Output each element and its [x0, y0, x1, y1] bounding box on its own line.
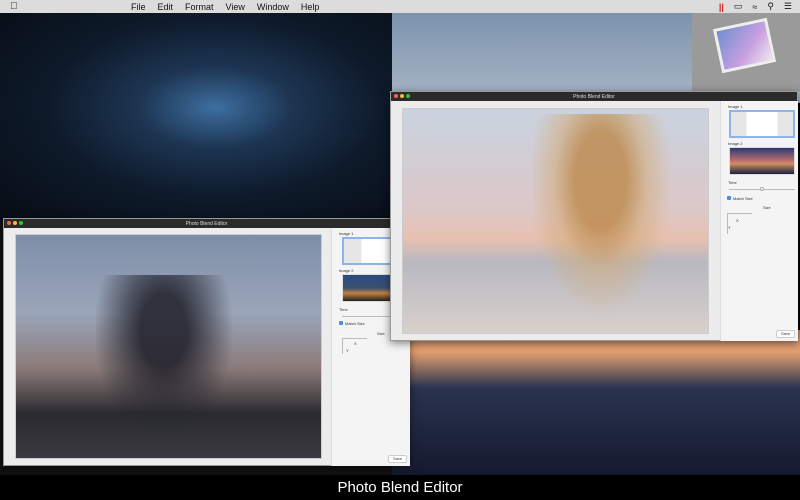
- menu-edit[interactable]: Edit: [158, 2, 174, 12]
- photo-icon: [712, 17, 777, 74]
- title-bar[interactable]: Photo Blend Editor: [4, 219, 409, 228]
- search-icon[interactable]: ⚲: [767, 1, 774, 12]
- zoom-button[interactable]: [19, 221, 23, 225]
- minimize-button[interactable]: [13, 221, 17, 225]
- match-size-checkbox[interactable]: [339, 321, 343, 325]
- menu-window[interactable]: Window: [257, 2, 289, 12]
- wifi-icon[interactable]: ≈: [752, 2, 757, 12]
- y-slider[interactable]: [342, 339, 343, 354]
- blended-portrait: [96, 275, 246, 460]
- caption: Photo Blend Editor: [0, 475, 800, 500]
- apple-icon[interactable]: : [10, 1, 18, 12]
- close-button[interactable]: [7, 221, 11, 225]
- close-button[interactable]: [394, 94, 398, 98]
- x-slider[interactable]: [342, 338, 367, 339]
- match-size-label: Match Size: [345, 321, 365, 326]
- window-title: Photo Blend Editor: [185, 220, 228, 227]
- size-label: Size: [763, 205, 771, 210]
- x-slider[interactable]: [727, 213, 752, 214]
- match-size-checkbox[interactable]: [727, 196, 731, 200]
- pause-icon[interactable]: ||: [719, 2, 724, 12]
- blended-portrait: [533, 114, 683, 334]
- list-icon[interactable]: ☰: [784, 1, 792, 12]
- window-title: Photo Blend Editor: [573, 93, 615, 100]
- blend-canvas[interactable]: [402, 108, 709, 334]
- desktop-wallpaper-storm: [0, 13, 392, 223]
- menu-format[interactable]: Format: [185, 2, 214, 12]
- y-slider[interactable]: [727, 214, 728, 234]
- sidebar: Image 1 Image 2 Time Match Size Size X Y…: [720, 101, 798, 341]
- menu-bar:  File Edit Format View Window Help || ▭…: [0, 0, 800, 13]
- x-label: X: [736, 218, 739, 223]
- time-slider[interactable]: [729, 187, 795, 191]
- save-button[interactable]: Save: [776, 330, 796, 338]
- size-label: Size: [377, 331, 385, 336]
- menu-file[interactable]: File: [131, 2, 146, 12]
- y-label: Y: [346, 348, 349, 353]
- menu-help[interactable]: Help: [301, 2, 320, 12]
- image1-thumbnail[interactable]: [729, 110, 795, 138]
- editor-window-left: Photo Blend Editor Image 1 Image 2 Time …: [3, 218, 410, 466]
- y-label: Y: [728, 225, 731, 230]
- save-button[interactable]: Save: [388, 455, 408, 463]
- desktop-wallpaper-beach: [392, 330, 800, 475]
- image2-label: Image 2: [728, 141, 743, 146]
- menu-view[interactable]: View: [226, 2, 245, 12]
- image1-label: Image 1: [339, 231, 354, 236]
- airplay-icon[interactable]: ▭: [734, 1, 743, 12]
- app-icon: [692, 13, 800, 91]
- match-size-label: Match Size: [733, 196, 753, 201]
- image2-thumbnail[interactable]: [729, 147, 795, 175]
- time-label: Time: [339, 307, 348, 312]
- zoom-button[interactable]: [406, 94, 410, 98]
- x-label: X: [354, 341, 357, 346]
- minimize-button[interactable]: [400, 94, 404, 98]
- time-label: Time: [728, 180, 737, 185]
- title-bar[interactable]: Photo Blend Editor: [391, 92, 797, 101]
- blend-canvas[interactable]: [15, 234, 322, 460]
- editor-window-right: Photo Blend Editor Image 1 Image 2 Time …: [390, 91, 798, 341]
- image2-label: Image 2: [339, 268, 354, 273]
- image1-label: Image 1: [728, 104, 743, 109]
